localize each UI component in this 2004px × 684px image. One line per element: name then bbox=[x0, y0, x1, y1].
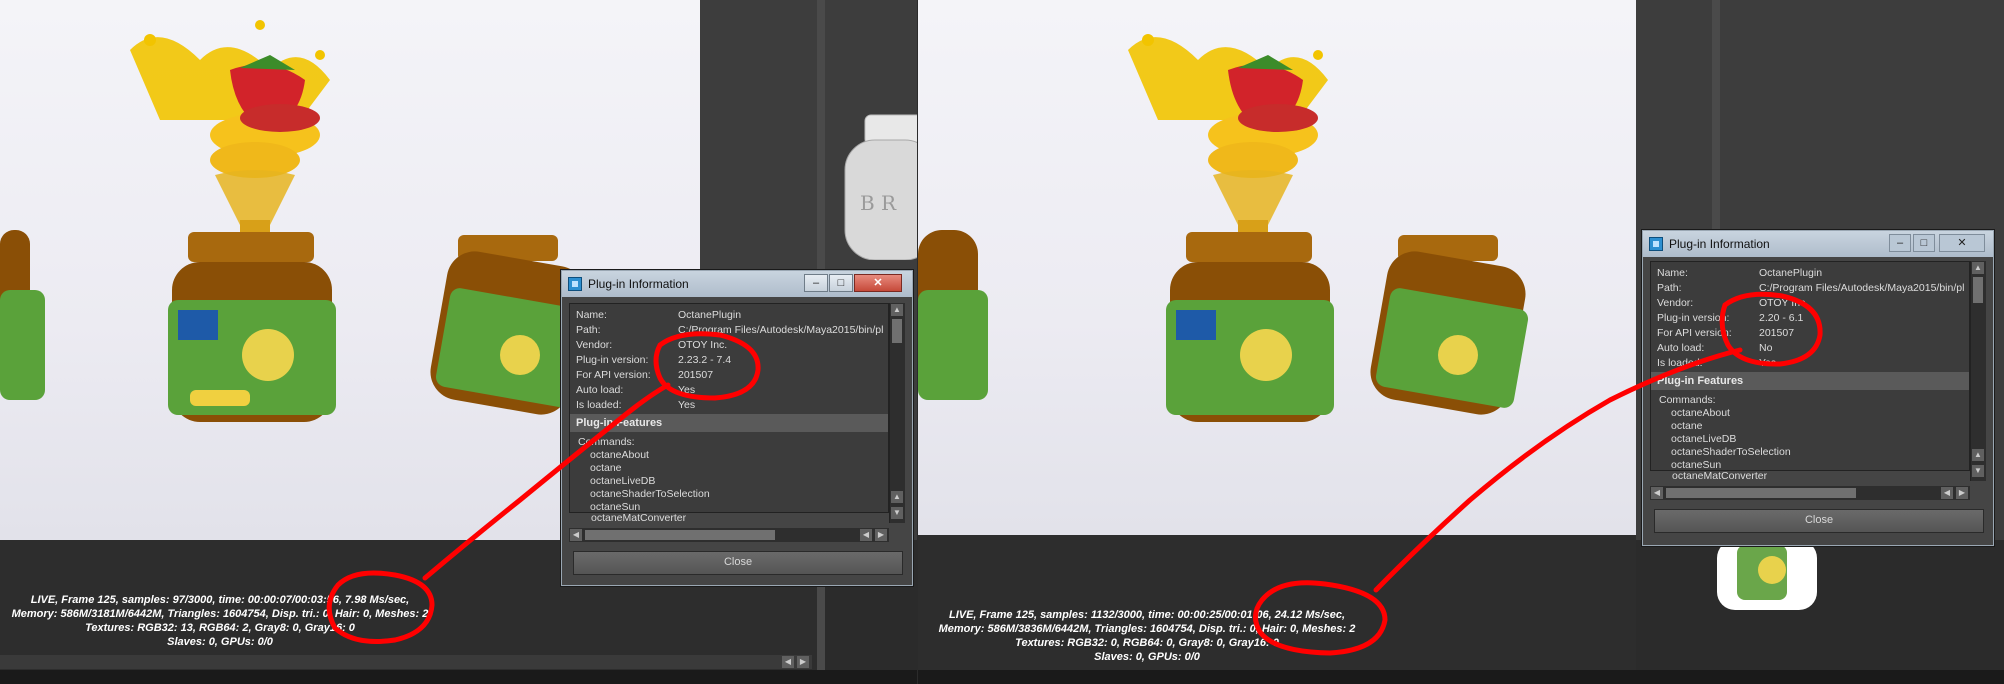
right-row-name: Name: OctanePlugin bbox=[1657, 267, 1823, 279]
left-row-vendor: Vendor: OTOY Inc. bbox=[576, 339, 728, 351]
maximize-icon[interactable]: □ bbox=[1913, 234, 1935, 252]
scroll-right-icon[interactable]: ▶ bbox=[797, 656, 809, 668]
scroll-down-icon[interactable]: ▼ bbox=[1972, 465, 1984, 477]
left-command-item: octane bbox=[590, 462, 622, 474]
right-info-vscroll[interactable]: ▲ ▲ ▼ bbox=[1970, 261, 1986, 481]
right-info-hscroll-thumb[interactable] bbox=[1666, 488, 1856, 498]
scroll-up-icon[interactable]: ▲ bbox=[891, 304, 903, 316]
left-info-hscroll[interactable]: ◀ ◀ ▶ bbox=[569, 528, 889, 542]
left-stats-line-4: Slaves: 0, GPUs: 0/0 bbox=[167, 636, 273, 648]
left-stats-line-2: Memory: 586M/3181M/6442M, Triangles: 160… bbox=[11, 608, 429, 620]
scroll-left-icon[interactable]: ◀ bbox=[570, 529, 582, 541]
close-icon[interactable]: ✕ bbox=[854, 274, 902, 292]
left-plugin-features-header[interactable]: Plug-in Features bbox=[570, 414, 888, 432]
right-command-item: octaneShaderToSelection bbox=[1671, 446, 1791, 458]
scroll-left-icon[interactable]: ◀ bbox=[860, 529, 872, 541]
right-render-stats: LIVE, Frame 125, samples: 1132/3000, tim… bbox=[918, 608, 1376, 664]
left-plugin-info-dialog[interactable]: Plug-in Information – □ ✕ Name: OctanePlu… bbox=[561, 270, 913, 586]
right-command-item: octane bbox=[1671, 420, 1703, 432]
right-stats-line-1: LIVE, Frame 125, samples: 1132/3000, tim… bbox=[948, 609, 1346, 621]
left-stats-line-3: Textures: RGB32: 13, RGB64: 2, Gray8: 0,… bbox=[85, 622, 355, 634]
right-stats-line-2: Memory: 586M/3836M/6442M, Triangles: 160… bbox=[938, 623, 1356, 635]
scroll-right-icon[interactable]: ▶ bbox=[875, 529, 887, 541]
left-command-item: octaneShaderToSelection bbox=[590, 488, 710, 500]
right-row-is-loaded: Is loaded: Yes bbox=[1657, 357, 1777, 369]
right-render-viewport bbox=[918, 0, 1636, 535]
left-partial-jar bbox=[0, 230, 45, 400]
minimize-icon[interactable]: – bbox=[1889, 234, 1911, 252]
scroll-left-icon[interactable]: ◀ bbox=[1941, 487, 1953, 499]
right-row-auto-load: Auto load: No bbox=[1657, 342, 1773, 354]
right-jar bbox=[1370, 235, 1529, 415]
right-plugin-info-panel: Name: OctanePlugin Path: C:/Program Files/… bbox=[1650, 261, 1970, 471]
right-row-plugin-version: Plug-in version: 2.20 - 6.1 bbox=[1657, 312, 1804, 324]
right-plugin-features-header[interactable]: Plug-in Features bbox=[1651, 372, 1969, 390]
right-row-path: Path: C:/Program Files/Autodesk/Maya2015/… bbox=[1657, 282, 1965, 294]
left-command-item: octaneLiveDB bbox=[590, 475, 656, 487]
left-info-hscroll-thumb[interactable] bbox=[585, 530, 775, 540]
right-dialog-titlebar[interactable]: Plug-in Information – □ ✕ bbox=[1643, 231, 1993, 257]
scroll-left-icon[interactable]: ◀ bbox=[782, 656, 794, 668]
right-command-item: octaneLiveDB bbox=[1671, 433, 1737, 445]
minimize-icon[interactable]: – bbox=[804, 274, 828, 292]
left-taskbar-strip bbox=[0, 670, 917, 684]
right-row-api-version: For API version: 201507 bbox=[1657, 327, 1795, 339]
right-command-item: octaneAbout bbox=[1671, 407, 1730, 419]
close-icon[interactable]: ✕ bbox=[1939, 234, 1985, 252]
right-stats-line-3: Textures: RGB32: 0, RGB64: 0, Gray8: 0, … bbox=[1015, 637, 1279, 649]
center-jar bbox=[168, 232, 336, 422]
left-dialog-title: Plug-in Information bbox=[588, 277, 689, 291]
right-info-hscroll[interactable]: ◀ ◀ ▶ bbox=[1650, 486, 1970, 500]
left-info-vscroll-thumb[interactable] bbox=[892, 319, 902, 343]
right-close-button[interactable]: Close bbox=[1654, 509, 1984, 533]
scroll-up-icon[interactable]: ▲ bbox=[891, 491, 903, 503]
right-taskbar-strip bbox=[918, 670, 2004, 684]
svg-text:B R: B R bbox=[860, 191, 897, 215]
left-row-api-version: For API version: 201507 bbox=[576, 369, 714, 381]
left-commands-label: Commands: bbox=[578, 436, 635, 448]
left-command-item: octaneMatConverter bbox=[591, 512, 687, 524]
left-dialog-titlebar[interactable]: Plug-in Information – □ ✕ bbox=[562, 271, 912, 297]
right-plugin-info-dialog[interactable]: Plug-in Information – □ ✕ Name: OctanePlu… bbox=[1642, 230, 1994, 546]
left-row-plugin-version: Plug-in version: 2.23.2 - 7.4 bbox=[576, 354, 732, 366]
left-row-auto-load: Auto load: Yes bbox=[576, 384, 696, 396]
maximize-icon[interactable]: □ bbox=[829, 274, 853, 292]
left-row-path: Path: C:/Program Files/Autodesk/Maya2015/… bbox=[576, 324, 884, 336]
right-commands-label: Commands: bbox=[1659, 394, 1716, 406]
scroll-left-icon[interactable]: ◀ bbox=[1651, 487, 1663, 499]
juice-funnel bbox=[215, 170, 295, 225]
left-plugin-info-panel: Name: OctanePlugin Path: C:/Program Files/… bbox=[569, 303, 889, 513]
right-background-jar bbox=[1717, 540, 1817, 610]
right-dialog-title: Plug-in Information bbox=[1669, 237, 1770, 251]
right-stats-line-4: Slaves: 0, GPUs: 0/0 bbox=[1094, 651, 1200, 663]
left-viewport-scrollbar[interactable]: ◀ ▶ bbox=[0, 655, 812, 669]
maya-app-icon bbox=[1649, 237, 1663, 251]
apple-slice bbox=[240, 104, 320, 132]
center-jar bbox=[1166, 232, 1334, 422]
juice-funnel bbox=[1213, 170, 1293, 225]
scroll-up-icon[interactable]: ▲ bbox=[1972, 262, 1984, 274]
left-partial-jar bbox=[918, 230, 988, 400]
scroll-up-icon[interactable]: ▲ bbox=[1972, 449, 1984, 461]
apple-slice bbox=[1238, 104, 1318, 132]
left-stats-line-1: LIVE, Frame 125, samples: 97/3000, time:… bbox=[30, 594, 410, 606]
scroll-right-icon[interactable]: ▶ bbox=[1956, 487, 1968, 499]
scroll-down-icon[interactable]: ▼ bbox=[891, 507, 903, 519]
maya-app-icon bbox=[568, 277, 582, 291]
left-info-vscroll[interactable]: ▲ ▲ ▼ bbox=[889, 303, 905, 523]
right-command-item: octaneMatConverter bbox=[1672, 470, 1768, 482]
left-close-button[interactable]: Close bbox=[573, 551, 903, 575]
left-row-name: Name: OctanePlugin bbox=[576, 309, 742, 321]
right-panel-divider bbox=[1712, 0, 1720, 230]
left-command-item: octaneAbout bbox=[590, 449, 649, 461]
middle-bottle-render: B R bbox=[844, 114, 917, 260]
right-row-vendor: Vendor: OTOY Inc. bbox=[1657, 297, 1809, 309]
right-product-render bbox=[918, 34, 1529, 422]
left-row-is-loaded: Is loaded: Yes bbox=[576, 399, 696, 411]
left-render-stats: LIVE, Frame 125, samples: 97/3000, time:… bbox=[0, 593, 440, 649]
right-info-vscroll-thumb[interactable] bbox=[1973, 277, 1983, 303]
